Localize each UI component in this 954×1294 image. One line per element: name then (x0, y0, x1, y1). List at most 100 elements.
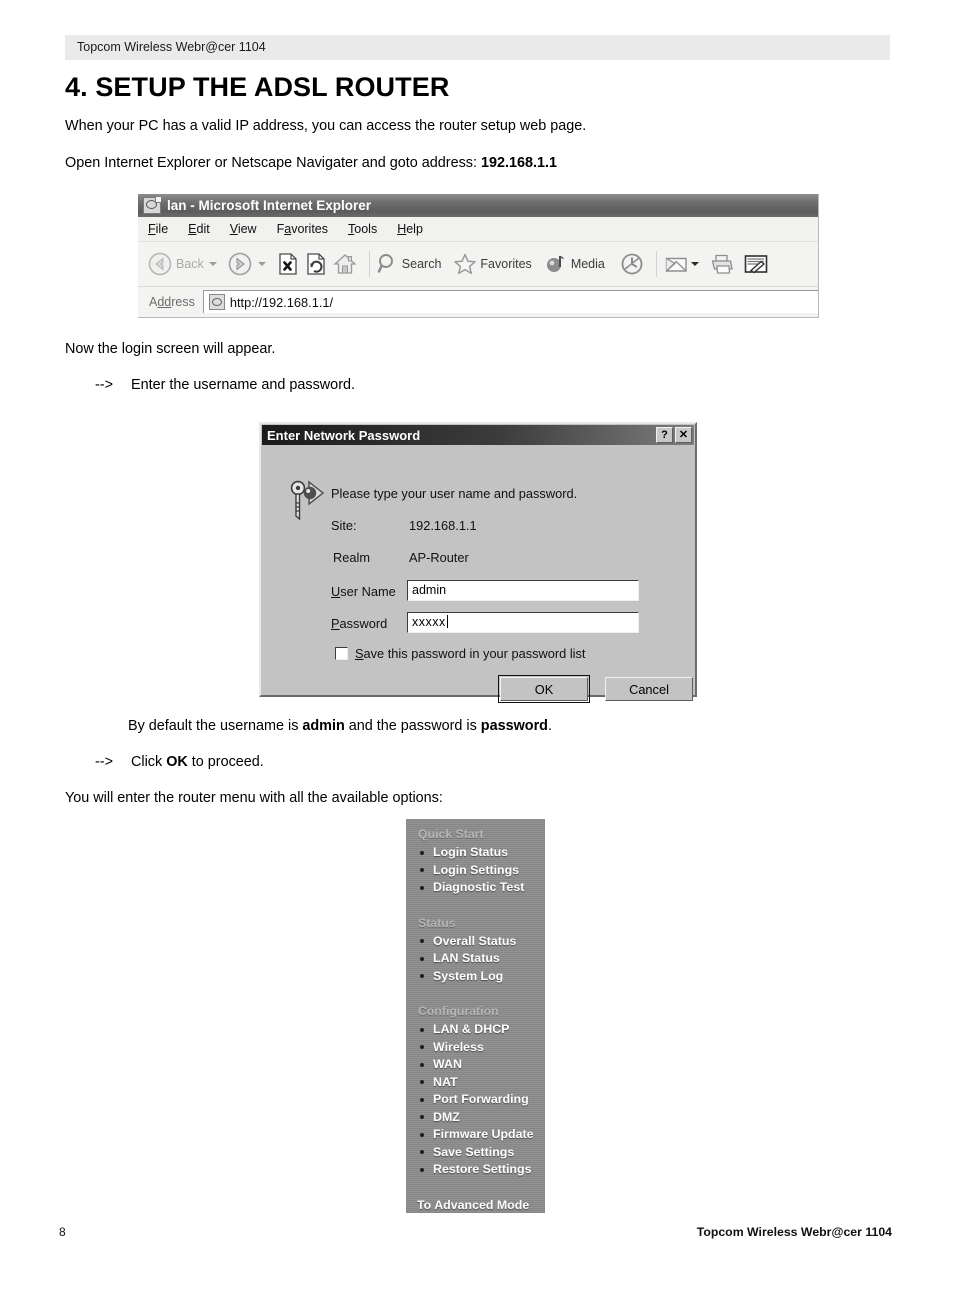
menu-item-login-settings[interactable]: Login Settings (406, 862, 545, 880)
stop-icon (279, 253, 297, 275)
menu-item-wan[interactable]: WAN (406, 1056, 545, 1074)
menu-item-label: LAN Status (433, 951, 500, 965)
bullet-icon (420, 868, 424, 873)
menu-spacer (406, 985, 545, 1004)
mail-icon (665, 257, 687, 272)
search-button-label: Search (401, 257, 442, 271)
menu-item-nat[interactable]: NAT (406, 1074, 545, 1092)
menu-view[interactable]: View (230, 222, 257, 236)
history-button[interactable] (619, 251, 645, 277)
menu-item-overall-status[interactable]: Overall Status (406, 933, 545, 951)
bullet-icon (420, 1115, 424, 1120)
toolbar-separator (368, 251, 370, 277)
menu-section-status: Status (418, 915, 456, 930)
menu-favorites[interactable]: Favorites (277, 222, 328, 236)
ok-button[interactable]: OK (498, 675, 590, 703)
search-button[interactable]: Search (377, 252, 442, 276)
menu-item-diagnostic-test[interactable]: Diagnostic Test (406, 879, 545, 897)
bullet-icon (420, 956, 424, 961)
menu-item-lan-and-dhcp[interactable]: LAN & DHCP (406, 1021, 545, 1039)
menu-item-wireless[interactable]: Wireless (406, 1039, 545, 1057)
history-icon (621, 253, 643, 275)
intro-paragraph: When your PC has a valid IP address, you… (65, 118, 587, 134)
menu-item-label: Diagnostic Test (433, 880, 525, 894)
menu-item-save-settings[interactable]: Save Settings (406, 1144, 545, 1162)
bullet-icon (420, 1150, 424, 1155)
password-field[interactable]: xxxxx (407, 612, 639, 633)
bullet-icon (420, 1062, 424, 1067)
menu-item-login-status[interactable]: Login Status (406, 844, 545, 862)
page-icon (208, 294, 225, 310)
step-arrow-icon: --> (95, 377, 113, 393)
default-password: password (480, 718, 548, 734)
username-label: User Name (331, 584, 396, 599)
edit-button[interactable] (743, 252, 769, 276)
forward-button[interactable] (227, 251, 272, 277)
refresh-icon (307, 253, 325, 275)
forward-arrow-icon (228, 252, 252, 276)
site-label: Site: (331, 518, 357, 533)
menu-section-configuration: Configuration (418, 1004, 499, 1018)
password-masked-value: xxxxx (412, 615, 446, 629)
save-password-checkbox-row[interactable]: Save this password in your password list (335, 646, 585, 661)
menu-item-restore-settings[interactable]: Restore Settings (406, 1161, 545, 1179)
menu-tools[interactable]: Tools (348, 222, 377, 236)
default-credentials-suffix: . (547, 718, 552, 734)
menu-item-label: Login Status (433, 845, 509, 859)
save-password-checkbox[interactable] (335, 647, 348, 660)
realm-label: Realm (333, 550, 370, 565)
router-ip-address: 192.168.1.1 (480, 155, 557, 171)
menu-item-label: Firmware Update (433, 1127, 534, 1141)
menu-item-lan-status[interactable]: LAN Status (406, 950, 545, 968)
mail-button[interactable] (664, 252, 705, 276)
menu-item-dmz[interactable]: DMZ (406, 1109, 545, 1127)
menu-spacer (406, 897, 545, 916)
back-button[interactable]: Back (147, 251, 223, 277)
step-click-ok-button-name: OK (166, 754, 188, 770)
save-password-label: Save this password in your password list (355, 646, 586, 661)
star-icon (454, 253, 477, 275)
mail-dropdown-caret-icon[interactable] (690, 262, 699, 266)
menu-item-firmware-update[interactable]: Firmware Update (406, 1126, 545, 1144)
bullet-icon (420, 1097, 424, 1102)
address-url: http://192.168.1.1/ (229, 294, 334, 310)
address-input[interactable]: http://192.168.1.1/ (202, 290, 818, 313)
open-browser-paragraph: Open Internet Explorer or Netscape Navig… (65, 154, 557, 172)
bullet-icon (420, 939, 424, 944)
cancel-button[interactable]: Cancel (605, 677, 693, 701)
username-field[interactable]: admin (407, 580, 639, 601)
menu-item-system-log[interactable]: System Log (406, 968, 545, 986)
enter-network-password-dialog: Enter Network Password ? ✕ Please type y… (259, 422, 697, 703)
print-button[interactable] (709, 252, 735, 276)
menu-item-label: Wireless (433, 1039, 484, 1054)
browser-menubar: File Edit View Favorites Tools Help (138, 217, 818, 242)
close-icon[interactable]: ✕ (675, 427, 692, 443)
menu-item-port-forwarding[interactable]: Port Forwarding (406, 1091, 545, 1109)
menu-file[interactable]: File (148, 222, 168, 236)
page-title: 4. SETUP THE ADSL ROUTER (65, 72, 450, 102)
back-dropdown-caret-icon[interactable] (208, 262, 217, 266)
refresh-button[interactable] (304, 251, 328, 277)
browser-window-icon (143, 197, 161, 214)
media-button[interactable]: Media (544, 252, 605, 276)
menu-item-label: Port Forwarding (433, 1092, 529, 1106)
site-value: 192.168.1.1 (409, 518, 477, 533)
to-advanced-mode-link[interactable]: To Advanced Mode (406, 1198, 545, 1212)
back-arrow-icon (148, 252, 172, 276)
dialog-title: Enter Network Password (267, 427, 421, 443)
default-credentials-paragraph: By default the username is admin and the… (128, 717, 552, 735)
help-button[interactable]: ? (656, 427, 673, 443)
dialog-titlebar: Enter Network Password ? ✕ (262, 425, 694, 445)
default-credentials-prefix: By default the username is (128, 718, 303, 734)
menu-item-label: Login Settings (433, 862, 520, 877)
forward-dropdown-caret-icon[interactable] (257, 262, 266, 266)
bullet-icon (420, 974, 424, 979)
back-button-label: Back (176, 257, 204, 271)
favorites-button[interactable]: Favorites (453, 252, 532, 276)
menu-edit[interactable]: Edit (188, 222, 210, 236)
menu-help[interactable]: Help (397, 222, 423, 236)
stop-button[interactable] (276, 251, 300, 277)
home-button[interactable] (332, 251, 358, 277)
bullet-icon (420, 1167, 424, 1172)
edit-page-icon (744, 255, 768, 274)
